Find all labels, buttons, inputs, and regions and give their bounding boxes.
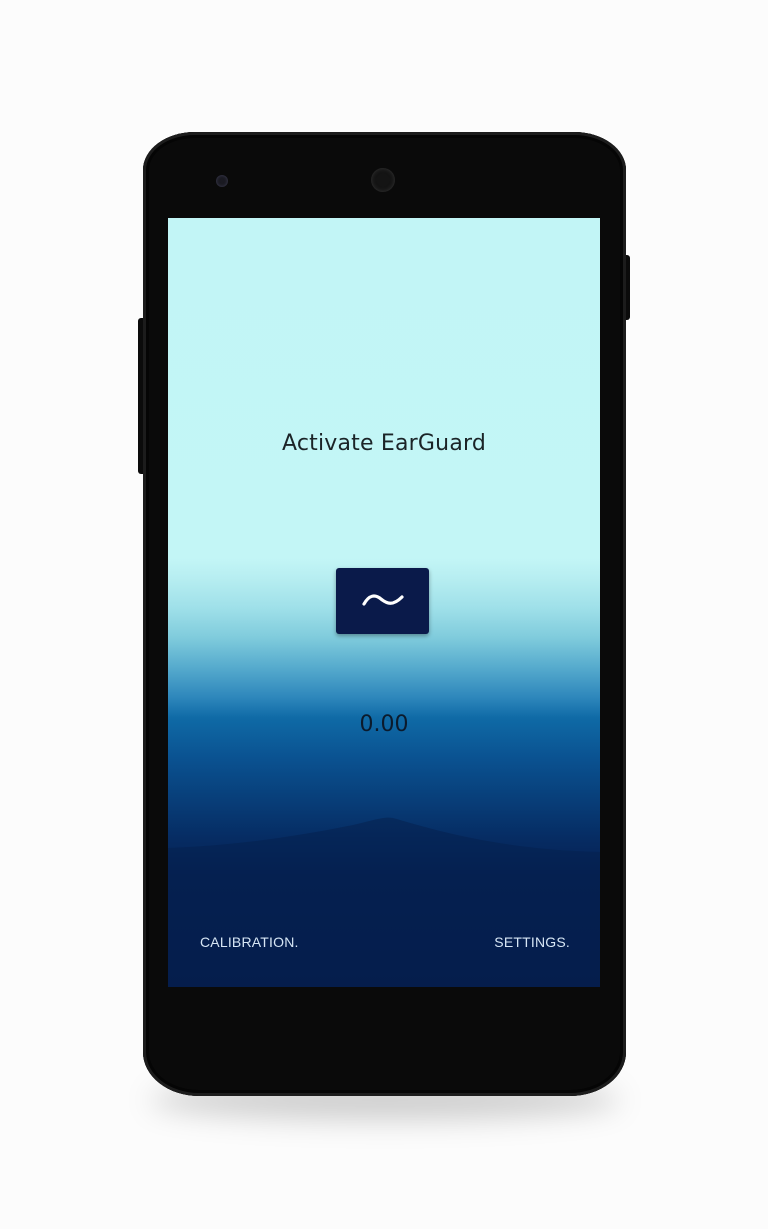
front-camera — [371, 168, 395, 192]
proximity-sensor — [216, 175, 228, 187]
app-screen: Activate EarGuard 0.00 CALIBRATION. SETT… — [168, 218, 600, 987]
activate-button[interactable] — [336, 568, 429, 634]
activate-title: Activate EarGuard — [281, 431, 487, 456]
tilde-wave-icon — [361, 591, 405, 611]
sound-level-value: 0.00 — [359, 712, 409, 737]
calibration-button[interactable]: CALIBRATION. — [200, 934, 299, 950]
settings-button[interactable]: SETTINGS. — [494, 934, 570, 950]
showcase-background: { "app": { "name": "EarGuard" }, "main":… — [0, 0, 768, 1229]
background-wave — [168, 817, 600, 987]
